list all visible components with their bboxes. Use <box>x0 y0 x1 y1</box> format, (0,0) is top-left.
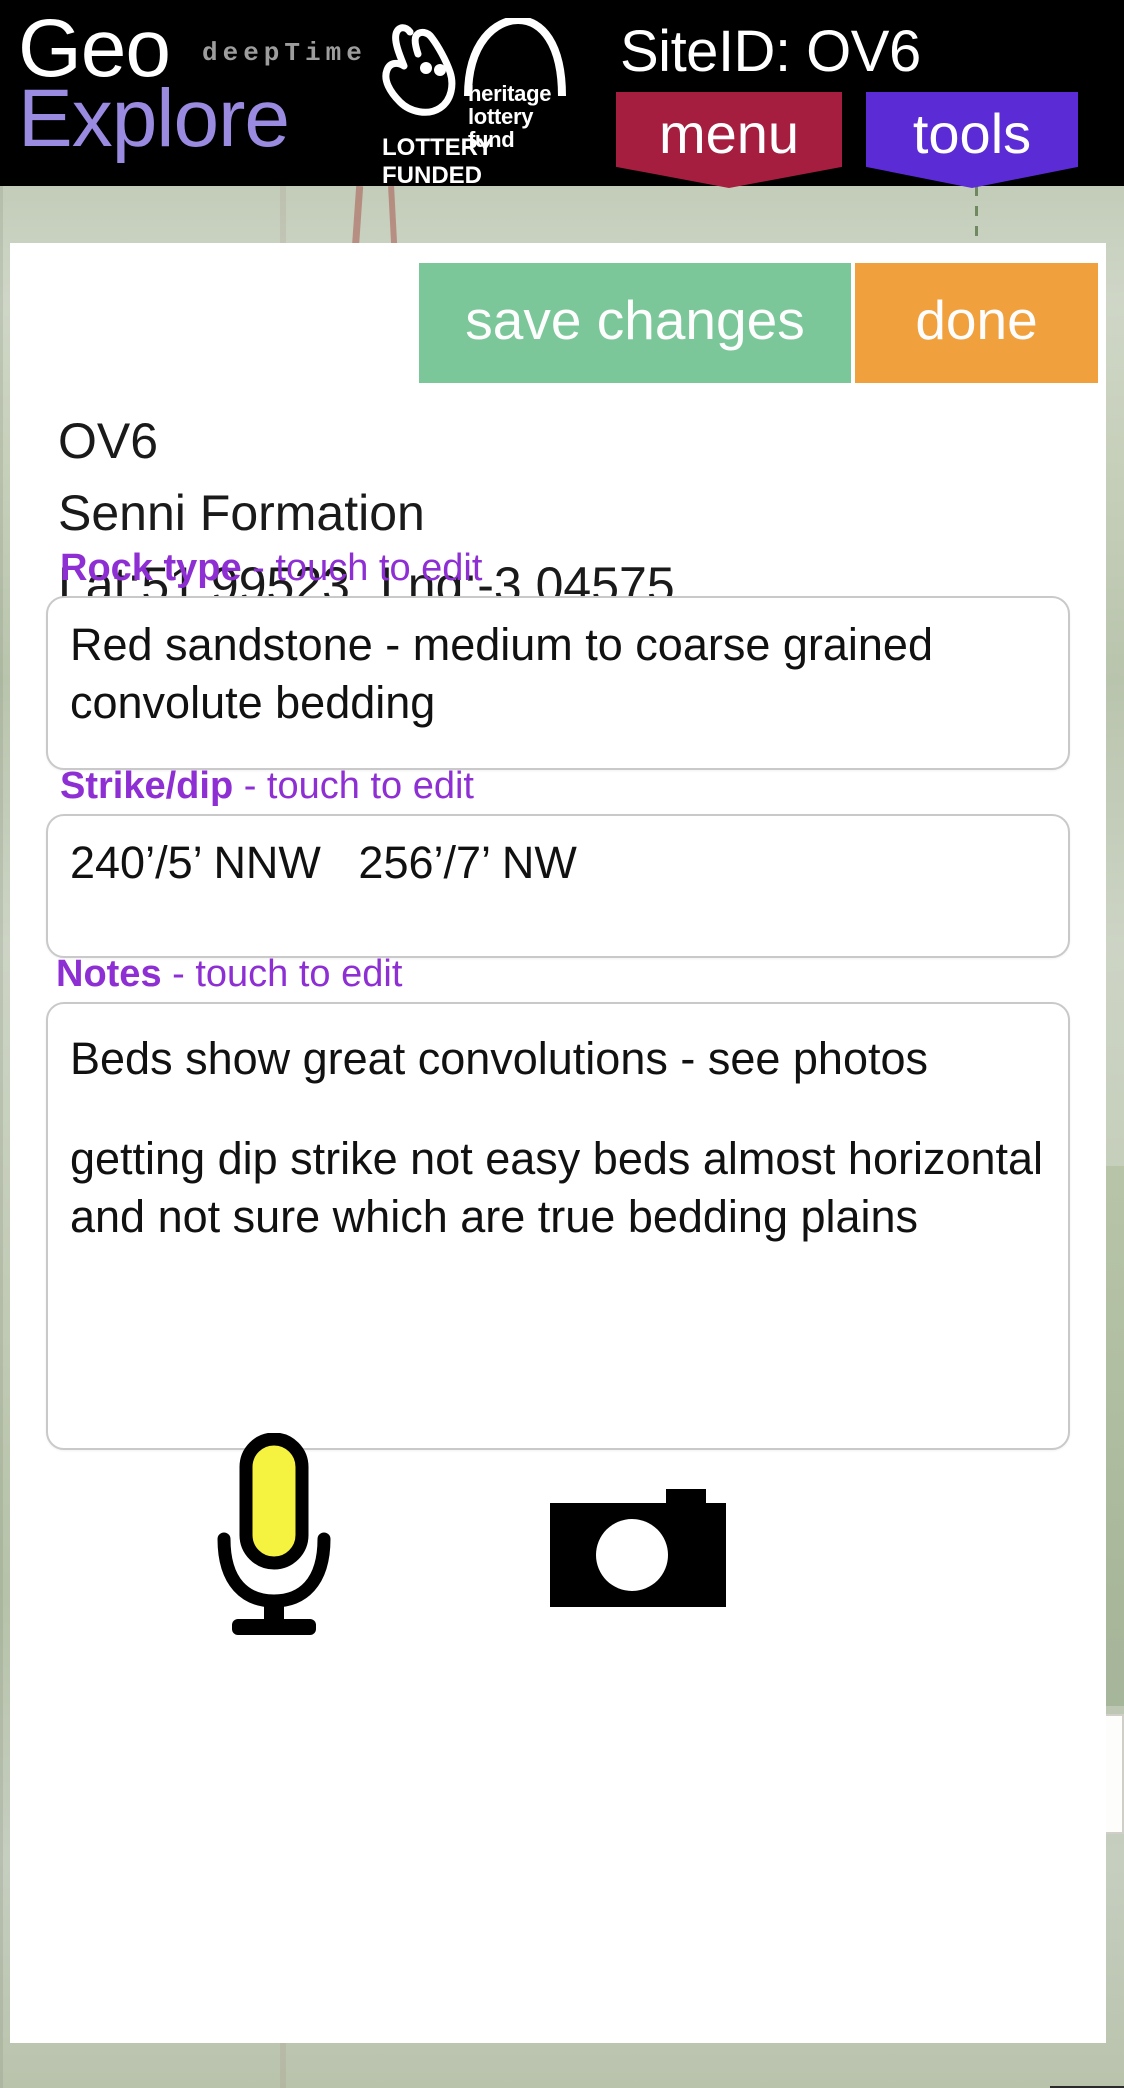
site-formation-value: Senni Formation <box>58 485 425 541</box>
notes-blank-line <box>70 1088 1046 1130</box>
camera-icon <box>550 1489 726 1607</box>
site-edit-panel: save changes done OV6 Senni Formation La… <box>10 243 1106 2043</box>
hlf-funded-text: LOTTERY FUNDED <box>382 134 493 189</box>
save-changes-button[interactable]: save changes <box>419 263 851 383</box>
rock-type-edit-hint: - touch to edit <box>241 547 483 589</box>
rock-type-label-text: Rock type <box>60 547 242 589</box>
microphone-icon <box>217 1432 331 1635</box>
site-id-header: SiteID: OV6 <box>620 19 921 84</box>
logo-explore-text: Explore <box>18 73 290 164</box>
tools-tab-label: tools <box>912 102 1032 165</box>
hlf-line-1: heritage <box>468 81 552 106</box>
notes-field-block: Notes - touch to edit Beds show great co… <box>46 955 1070 1450</box>
notes-edit-hint: - touch to edit <box>161 953 403 995</box>
app-logo: Geo Explore deepTime <box>10 3 370 180</box>
notes-input[interactable]: Beds show great convolutions - see photo… <box>46 1002 1070 1450</box>
strike-dip-field-block: Strike/dip - touch to edit 240’/5’ NNW 2… <box>46 767 1070 958</box>
record-audio-button[interactable] <box>206 1432 342 1639</box>
notes-paragraph-1: Beds show great convolutions - see photo… <box>70 1033 929 1084</box>
media-tool-row <box>10 1432 1106 1663</box>
done-button[interactable]: done <box>855 263 1098 383</box>
crossed-fingers-icon <box>382 24 456 116</box>
heritage-lottery-fund-logo: heritage lottery fund LOTTERY FUNDED <box>378 18 568 189</box>
strike-dip-label-text: Strike/dip <box>60 765 234 807</box>
notes-paragraph-2: getting dip strike not easy beds almost … <box>70 1133 1044 1242</box>
app-root: a Geo Explore deepTime heritage lottery … <box>0 0 1124 2088</box>
strike-dip-edit-hint: - touch to edit <box>233 765 474 807</box>
rock-type-field-block: Rock type - touch to edit Red sandstone … <box>46 549 1070 770</box>
tools-tab[interactable]: tools <box>866 92 1078 188</box>
take-photo-button[interactable] <box>550 1489 726 1607</box>
site-id-value: OV6 <box>58 413 159 469</box>
notes-label: Notes - touch to edit <box>46 955 1070 993</box>
strike-dip-label: Strike/dip - touch to edit <box>46 767 1070 805</box>
rock-type-input[interactable]: Red sandstone - medium to coarse grained… <box>46 596 1070 770</box>
strike-dip-input[interactable]: 240’/5’ NNW 256’/7’ NW <box>46 814 1070 958</box>
strike-dip-value: 240’/5’ NNW 256’/7’ NW <box>70 837 577 888</box>
menu-tab[interactable]: menu <box>616 92 842 188</box>
logo-tagline: deepTime <box>202 38 367 68</box>
action-button-row: save changes done <box>419 263 1098 383</box>
rock-type-label: Rock type - touch to edit <box>46 549 1070 587</box>
notes-label-text: Notes <box>56 953 162 995</box>
menu-tab-label: menu <box>658 102 800 165</box>
